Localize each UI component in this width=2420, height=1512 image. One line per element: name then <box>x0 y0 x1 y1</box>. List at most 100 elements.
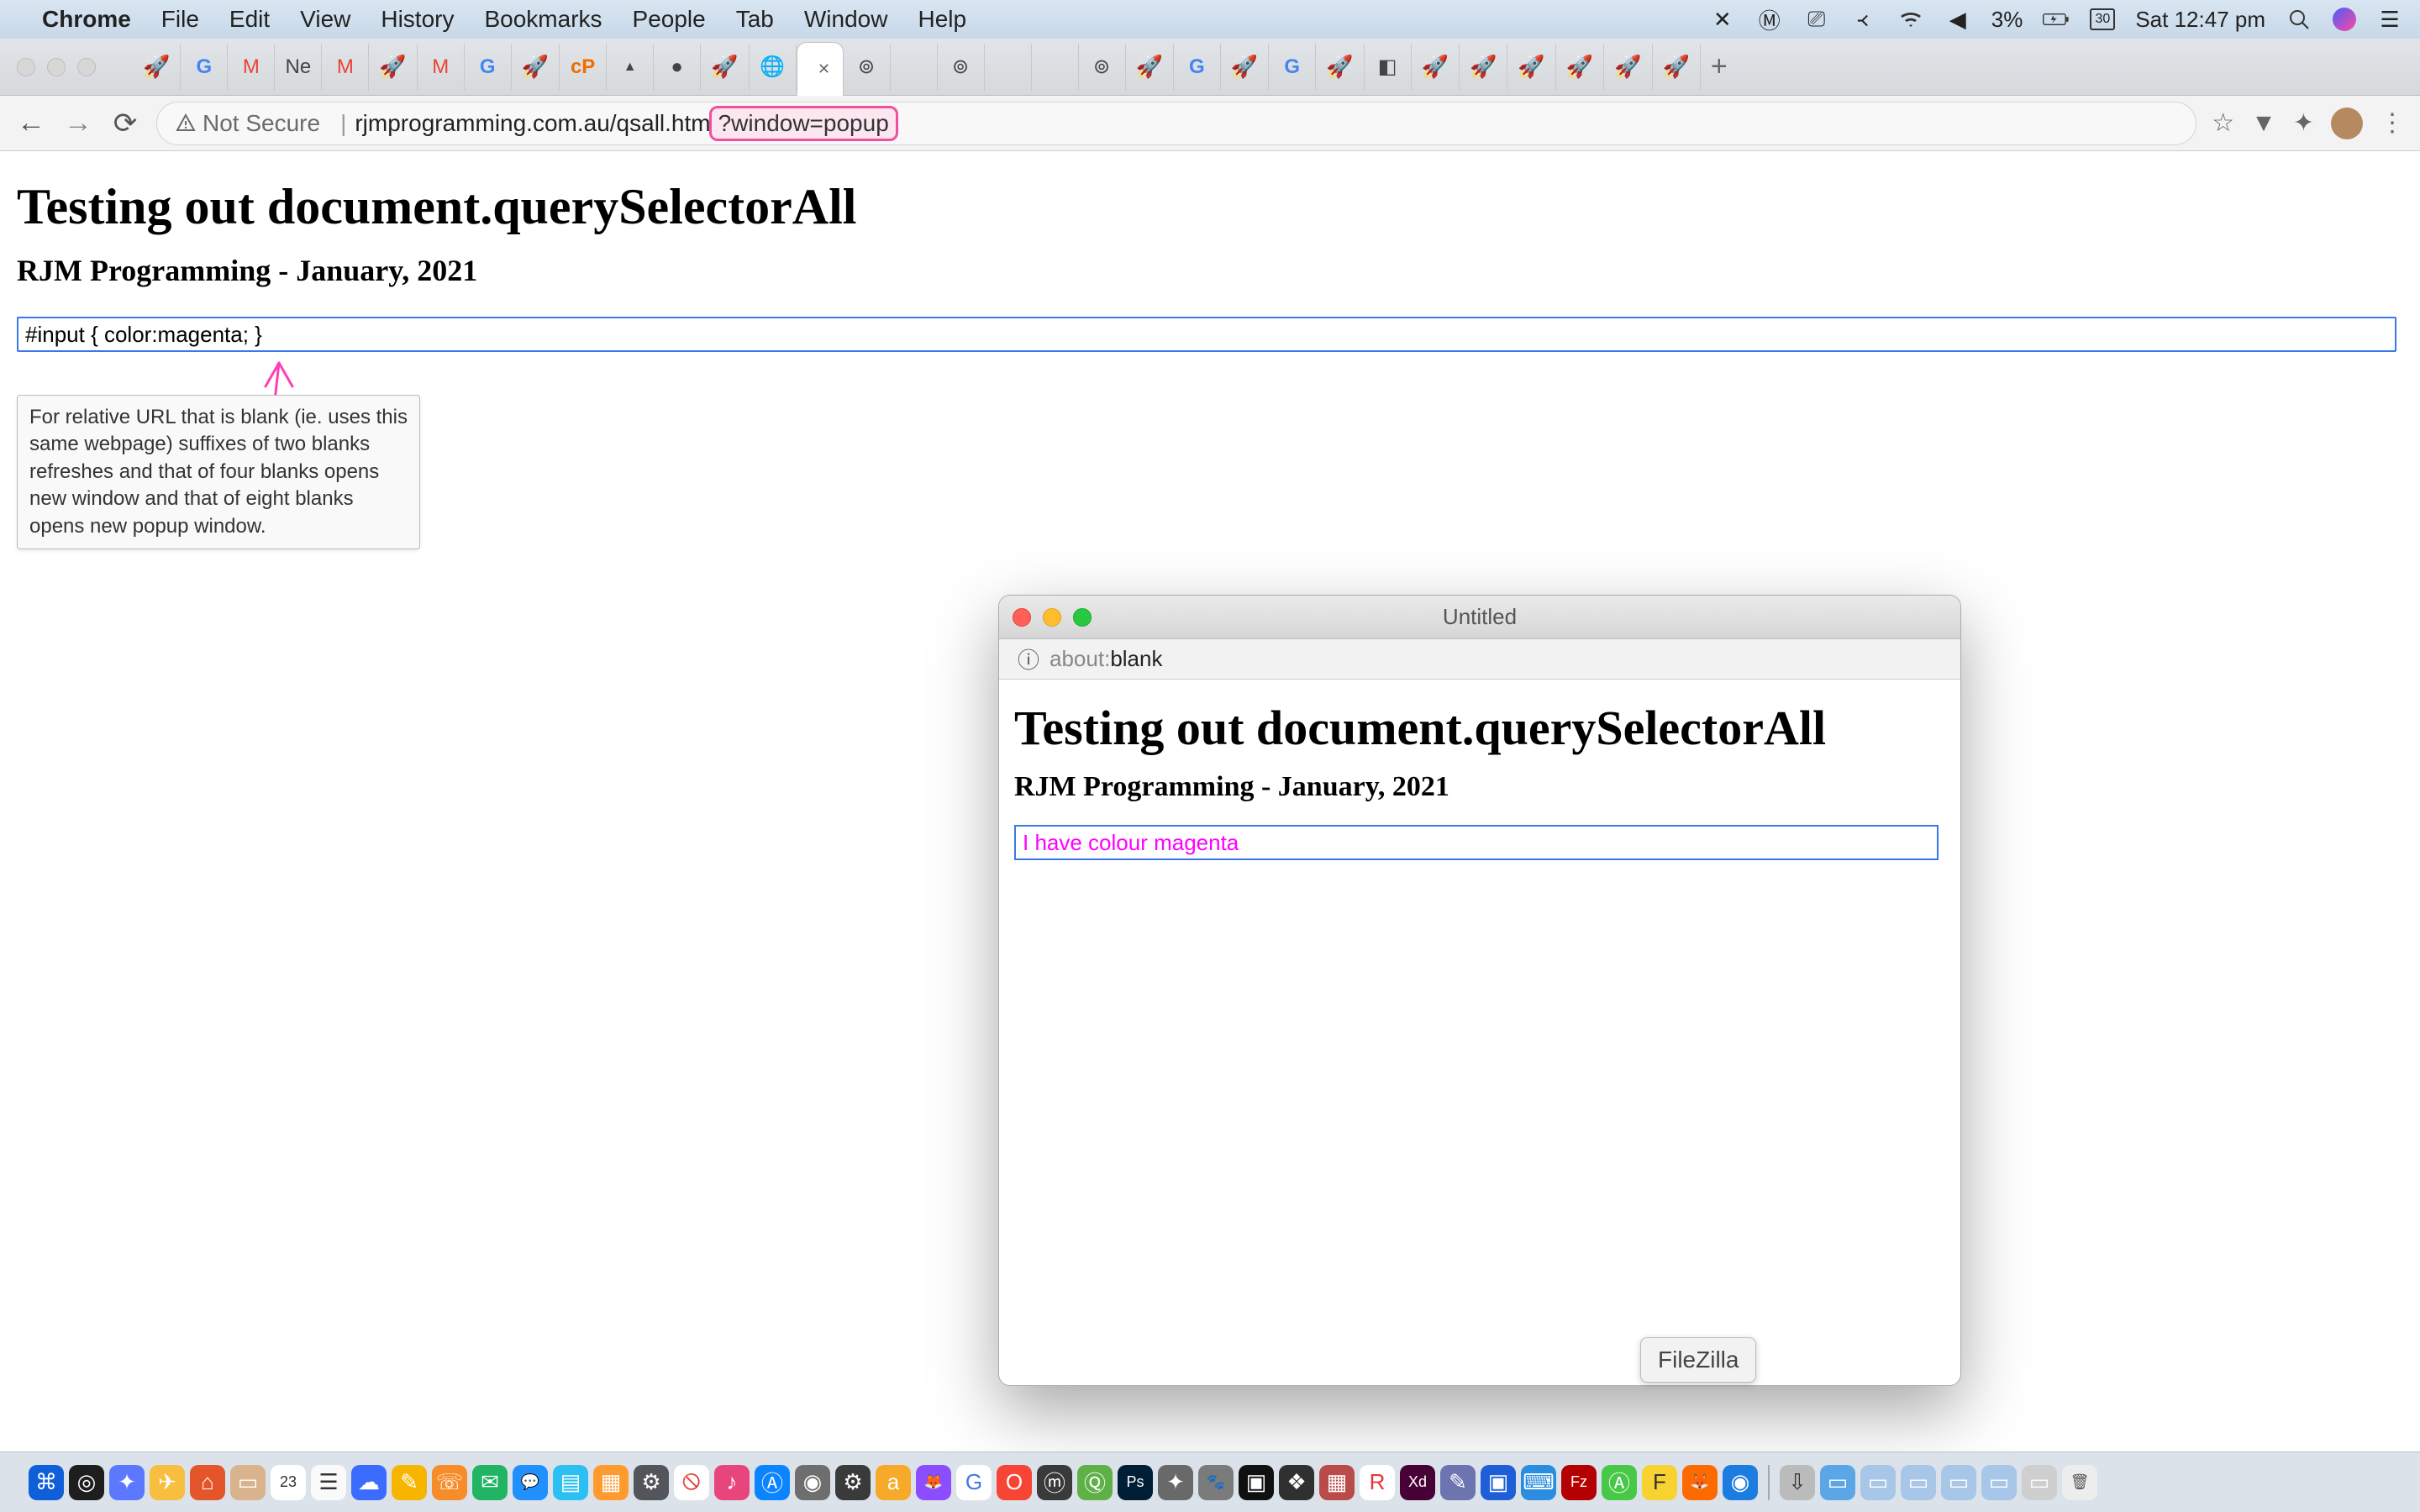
address-bar[interactable]: Not Secure | rjmprogramming.com.au/qsall… <box>156 102 2196 145</box>
tab[interactable]: ⊚ <box>938 44 985 91</box>
tab[interactable]: 🚀 <box>1556 44 1604 91</box>
dock-app[interactable]: ⌨ <box>1521 1465 1556 1500</box>
tab[interactable]: ● <box>654 44 701 91</box>
spotlight-icon[interactable] <box>2286 8 2312 30</box>
tab[interactable]: 🚀 <box>1460 44 1507 91</box>
menu-bookmarks[interactable]: Bookmarks <box>484 6 602 33</box>
popup-text-input[interactable] <box>1014 825 1939 860</box>
tab[interactable]: 🚀 <box>1604 44 1652 91</box>
dock-app[interactable]: Ⓐ <box>755 1465 790 1500</box>
dock-app[interactable]: F <box>1642 1465 1677 1500</box>
tab[interactable]: ▲ <box>607 44 654 91</box>
tab[interactable]: G <box>465 44 512 91</box>
tab[interactable]: 🌐 <box>750 44 797 91</box>
tab[interactable]: 🚀 <box>1126 44 1174 91</box>
info-icon[interactable]: ⓘ <box>1018 643 1039 675</box>
menu-edit[interactable]: Edit <box>229 6 270 33</box>
extensions-puzzle-icon[interactable]: ✦ <box>2293 108 2314 138</box>
dock-app[interactable]: Fz <box>1561 1465 1597 1500</box>
tab[interactable]: 🚀 <box>512 44 560 91</box>
dock-app[interactable]: ⚙ <box>634 1465 669 1500</box>
tab[interactable]: ⊚ <box>1079 44 1126 91</box>
zoom-window-dot[interactable] <box>77 58 96 76</box>
dock-app[interactable]: ▤ <box>553 1465 588 1500</box>
profile-avatar[interactable] <box>2331 108 2363 139</box>
dock-app[interactable]: ⌂ <box>190 1465 225 1500</box>
tab[interactable]: M <box>418 44 465 91</box>
malwarebytes-icon[interactable]: Ⓜ <box>1756 4 1783 35</box>
tab[interactable]: 🚀 <box>1316 44 1364 91</box>
dock-app[interactable]: ✉ <box>472 1465 508 1500</box>
tab[interactable]: M <box>228 44 275 91</box>
overflow-menu-icon[interactable]: ⋮ <box>2380 108 2405 138</box>
menu-file[interactable]: File <box>161 6 199 33</box>
dock-app[interactable]: 🗑 <box>2062 1465 2097 1500</box>
dock-app[interactable]: ▦ <box>1319 1465 1355 1500</box>
tab[interactable]: G <box>1269 44 1316 91</box>
extension-icon[interactable]: ▼ <box>2251 109 2276 138</box>
popup-minimize-dot[interactable] <box>1043 608 1061 627</box>
status-icon[interactable]: ✕ <box>1709 7 1736 33</box>
dock-app[interactable]: ▭ <box>1820 1465 1855 1500</box>
dock-app[interactable]: Ⓠ <box>1077 1465 1113 1500</box>
menu-window[interactable]: Window <box>804 6 888 33</box>
forward-button[interactable]: → <box>62 108 94 139</box>
back-button[interactable]: ← <box>15 108 47 139</box>
dock-app[interactable]: Ⓐ <box>1602 1465 1637 1500</box>
bookmark-star-icon[interactable]: ☆ <box>2212 108 2234 138</box>
dock-app[interactable]: ▭ <box>230 1465 266 1500</box>
tab[interactable]: Ne <box>275 44 322 91</box>
dock-app[interactable]: ▭ <box>1941 1465 1976 1500</box>
dock-app[interactable]: 🐾 <box>1198 1465 1234 1500</box>
new-tab-button[interactable]: + <box>1711 50 1728 83</box>
dock-app[interactable]: 💬 <box>513 1465 548 1500</box>
dock-app[interactable]: ✎ <box>392 1465 427 1500</box>
dock-app[interactable]: ⓜ <box>1037 1465 1072 1500</box>
bluetooth-icon[interactable]: ᚜ <box>1850 7 1877 33</box>
calendar-status-icon[interactable]: 30 <box>2090 8 2115 30</box>
dock-app[interactable]: ⚙ <box>835 1465 871 1500</box>
minimize-window-dot[interactable] <box>47 58 66 76</box>
css-rule-input[interactable] <box>17 317 2396 352</box>
tab[interactable]: 🚀 <box>1507 44 1555 91</box>
tab[interactable]: ⊚ <box>844 44 891 91</box>
menu-tab[interactable]: Tab <box>736 6 774 33</box>
dock-app[interactable]: 23 <box>271 1465 306 1500</box>
dock-app[interactable]: ⇩ <box>1780 1465 1815 1500</box>
dock-app[interactable]: ◉ <box>1723 1465 1758 1500</box>
tab[interactable]: G <box>181 44 228 91</box>
security-indicator[interactable]: Not Secure <box>176 110 320 137</box>
dock-app[interactable]: ▭ <box>1981 1465 2017 1500</box>
dock-app[interactable]: G <box>956 1465 992 1500</box>
dock-app[interactable]: ▭ <box>1860 1465 1896 1500</box>
tab[interactable]: 🚀 <box>1653 44 1701 91</box>
active-tab[interactable]: ✕ <box>797 42 844 96</box>
menu-people[interactable]: People <box>633 6 706 33</box>
tab[interactable]: M <box>322 44 369 91</box>
dock-app[interactable]: ♪ <box>714 1465 750 1500</box>
dock-app[interactable]: ⌘ <box>29 1465 64 1500</box>
dock-app[interactable]: ▦ <box>593 1465 629 1500</box>
control-center-icon[interactable]: ☰ <box>2376 7 2403 33</box>
tab[interactable] <box>1032 44 1079 91</box>
tab[interactable]: cP <box>560 44 607 91</box>
popup-titlebar[interactable]: Untitled <box>999 596 1960 639</box>
clock[interactable]: Sat 12:47 pm <box>2135 7 2265 33</box>
display-icon[interactable]: ⎚ <box>1803 6 1830 33</box>
dock-app[interactable]: ❖ <box>1279 1465 1314 1500</box>
tab[interactable] <box>985 44 1032 91</box>
tab[interactable]: 🚀 <box>1412 44 1460 91</box>
close-tab-icon[interactable]: ✕ <box>818 60 830 78</box>
dock-app[interactable]: ✎ <box>1440 1465 1476 1500</box>
dock-app[interactable]: ✦ <box>1158 1465 1193 1500</box>
dock-app[interactable]: ✦ <box>109 1465 145 1500</box>
volume-icon[interactable]: ◀ <box>1944 7 1971 33</box>
app-name[interactable]: Chrome <box>42 6 131 33</box>
tab[interactable]: 🚀 <box>133 44 181 91</box>
siri-icon[interactable] <box>2333 8 2356 31</box>
dock-app[interactable]: ◎ <box>69 1465 104 1500</box>
tab[interactable]: 🚀 <box>1221 44 1269 91</box>
close-window-dot[interactable] <box>17 58 35 76</box>
dock-app[interactable]: 🦊 <box>916 1465 951 1500</box>
dock-app[interactable]: ☰ <box>311 1465 346 1500</box>
